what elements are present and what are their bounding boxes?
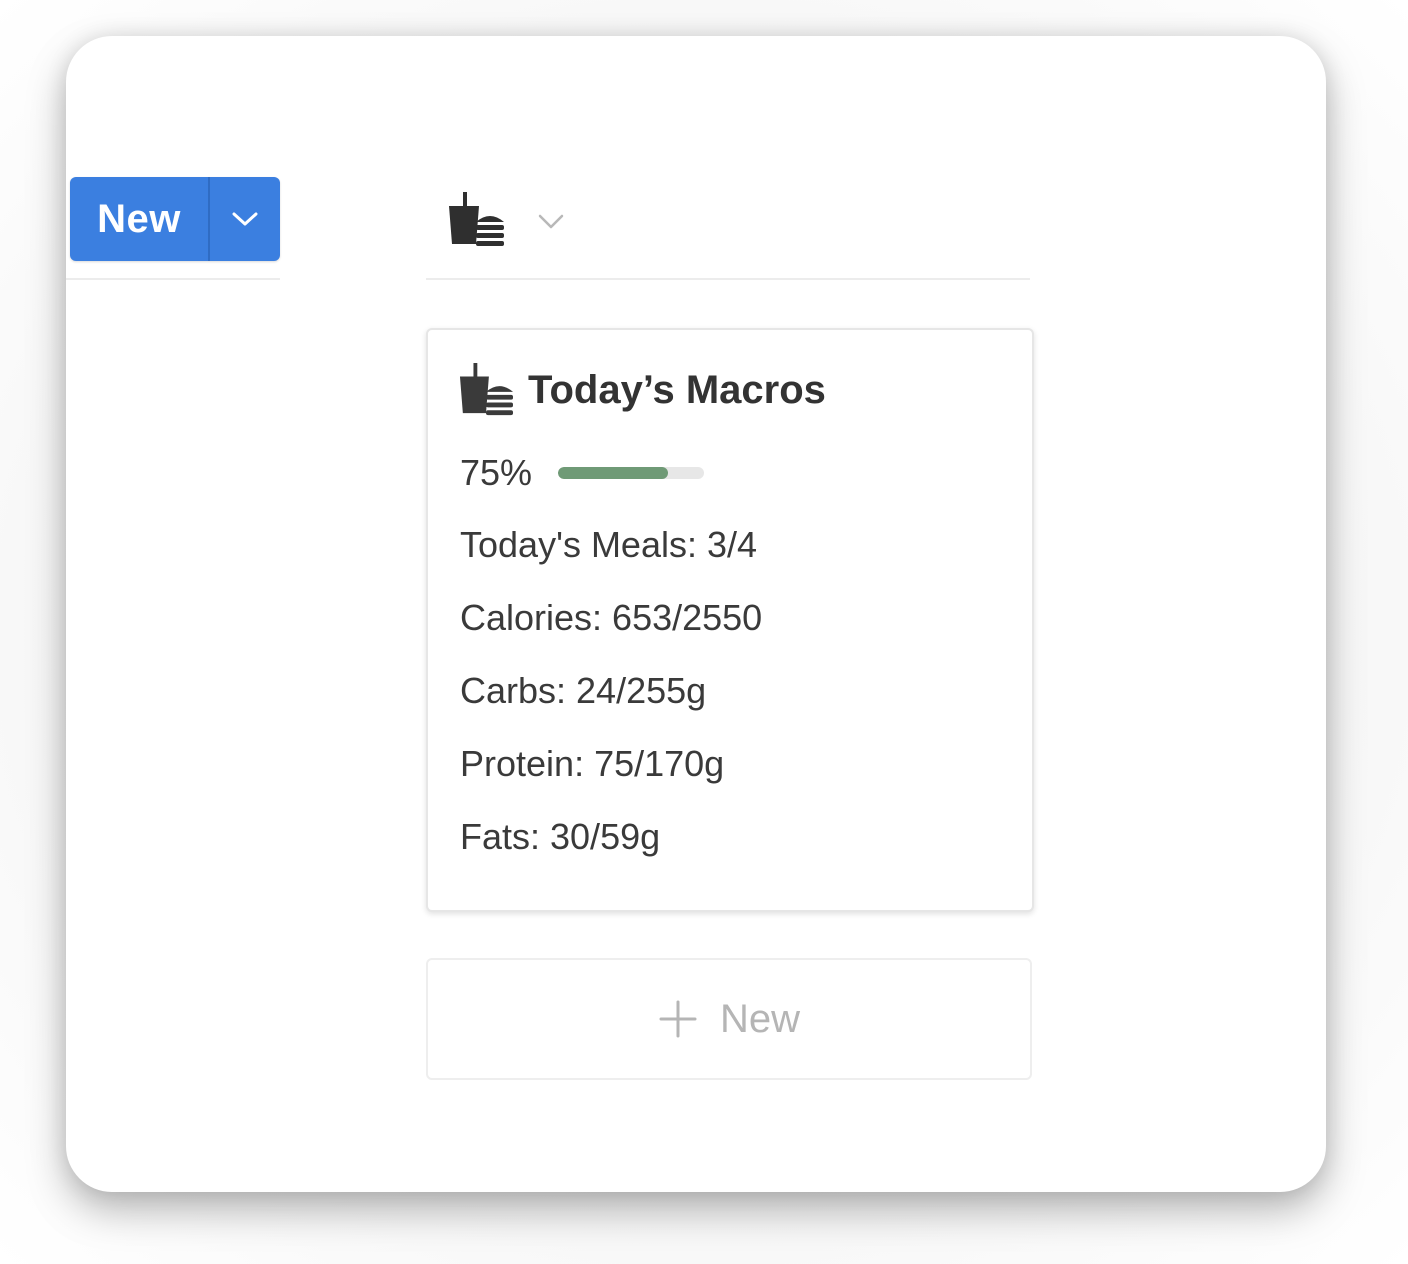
card-title-row: Today’s Macros [456, 360, 826, 420]
calories-property: Calories: 653/2550 [460, 597, 763, 638]
screen: New Today’s Macros 75% Today's Meals: 3/… [0, 0, 1408, 1264]
column-icon-button[interactable] [446, 192, 506, 248]
new-dropdown-button[interactable] [210, 177, 280, 261]
plus-icon [659, 1000, 697, 1038]
toolbar-divider [66, 278, 280, 280]
add-new-label: New [719, 996, 801, 1041]
progress-row: 75% [460, 448, 705, 498]
fats-property: Fats: 30/59g [460, 816, 661, 857]
chevron-down-icon[interactable] [536, 206, 566, 236]
new-button[interactable]: New [70, 177, 208, 261]
column-header-divider [426, 278, 1030, 280]
meal-icon [449, 192, 504, 246]
card-title: Today’s Macros [528, 367, 826, 412]
macros-card[interactable]: Today’s Macros 75% Today's Meals: 3/4 Ca… [426, 328, 1034, 912]
meals-property: Today's Meals: 3/4 [460, 524, 758, 565]
progress-percent: 75% [460, 452, 533, 493]
progress-bar [558, 467, 705, 479]
carbs-property: Carbs: 24/255g [460, 670, 707, 711]
progress-bar-fill [558, 467, 668, 479]
meal-icon [459, 363, 513, 416]
app-window: New Today’s Macros 75% Today's Meals: 3/… [66, 36, 1326, 1192]
board-column-header [426, 186, 1030, 280]
new-split-button[interactable]: New [70, 177, 280, 261]
chevron-down-icon [232, 212, 258, 226]
card-icon [456, 363, 516, 417]
add-new-card-button[interactable]: New [426, 958, 1032, 1080]
protein-property: Protein: 75/170g [460, 743, 725, 784]
